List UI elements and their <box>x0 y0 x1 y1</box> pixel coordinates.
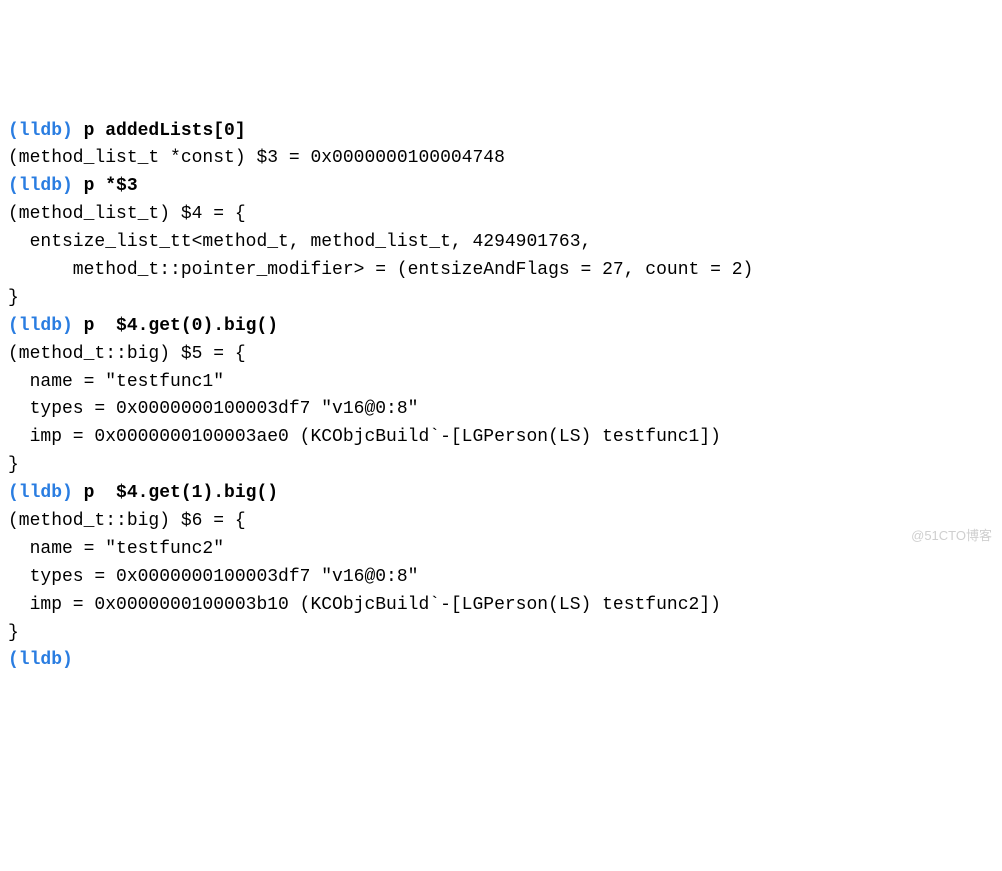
output-line: imp = 0x0000000100003ae0 (KCObjcBuild`-[… <box>8 424 994 452</box>
output-line: types = 0x0000000100003df7 "v16@0:8" <box>8 564 994 592</box>
output-line: name = "testfunc1" <box>8 369 994 397</box>
command-line: (lldb) p $4.get(1).big() <box>8 480 994 508</box>
lldb-terminal-output: (lldb) p addedLists[0](method_list_t *co… <box>8 118 994 676</box>
output-line: (method_list_t) $4 = { <box>8 201 994 229</box>
lldb-prompt: (lldb) <box>8 316 73 336</box>
output-line: entsize_list_tt<method_t, method_list_t,… <box>8 229 994 257</box>
lldb-prompt: (lldb) <box>8 483 73 503</box>
lldb-prompt: (lldb) <box>8 176 73 196</box>
command-input: p $4.get(1).big() <box>84 483 278 503</box>
output-line: types = 0x0000000100003df7 "v16@0:8" <box>8 396 994 424</box>
output-line: imp = 0x0000000100003b10 (KCObjcBuild`-[… <box>8 592 994 620</box>
watermark-text: @51CTO博客 <box>911 526 992 546</box>
command-line: (lldb) p addedLists[0] <box>8 118 994 146</box>
command-line: (lldb) p *$3 <box>8 173 994 201</box>
output-line: } <box>8 285 994 313</box>
output-line: name = "testfunc2" <box>8 536 994 564</box>
lldb-prompt: (lldb) <box>8 121 73 141</box>
output-line: } <box>8 452 994 480</box>
output-line: method_t::pointer_modifier> = (entsizeAn… <box>8 257 994 285</box>
output-line: (method_t::big) $5 = { <box>8 341 994 369</box>
output-line: } <box>8 620 994 648</box>
output-line: (method_t::big) $6 = { <box>8 508 994 536</box>
command-input: p $4.get(0).big() <box>84 316 278 336</box>
command-input: p addedLists[0] <box>84 121 246 141</box>
output-line: (method_list_t *const) $3 = 0x0000000100… <box>8 145 994 173</box>
lldb-prompt: (lldb) <box>8 650 73 670</box>
command-line: (lldb) p $4.get(0).big() <box>8 313 994 341</box>
command-input: p *$3 <box>84 176 138 196</box>
command-line: (lldb) <box>8 647 994 675</box>
